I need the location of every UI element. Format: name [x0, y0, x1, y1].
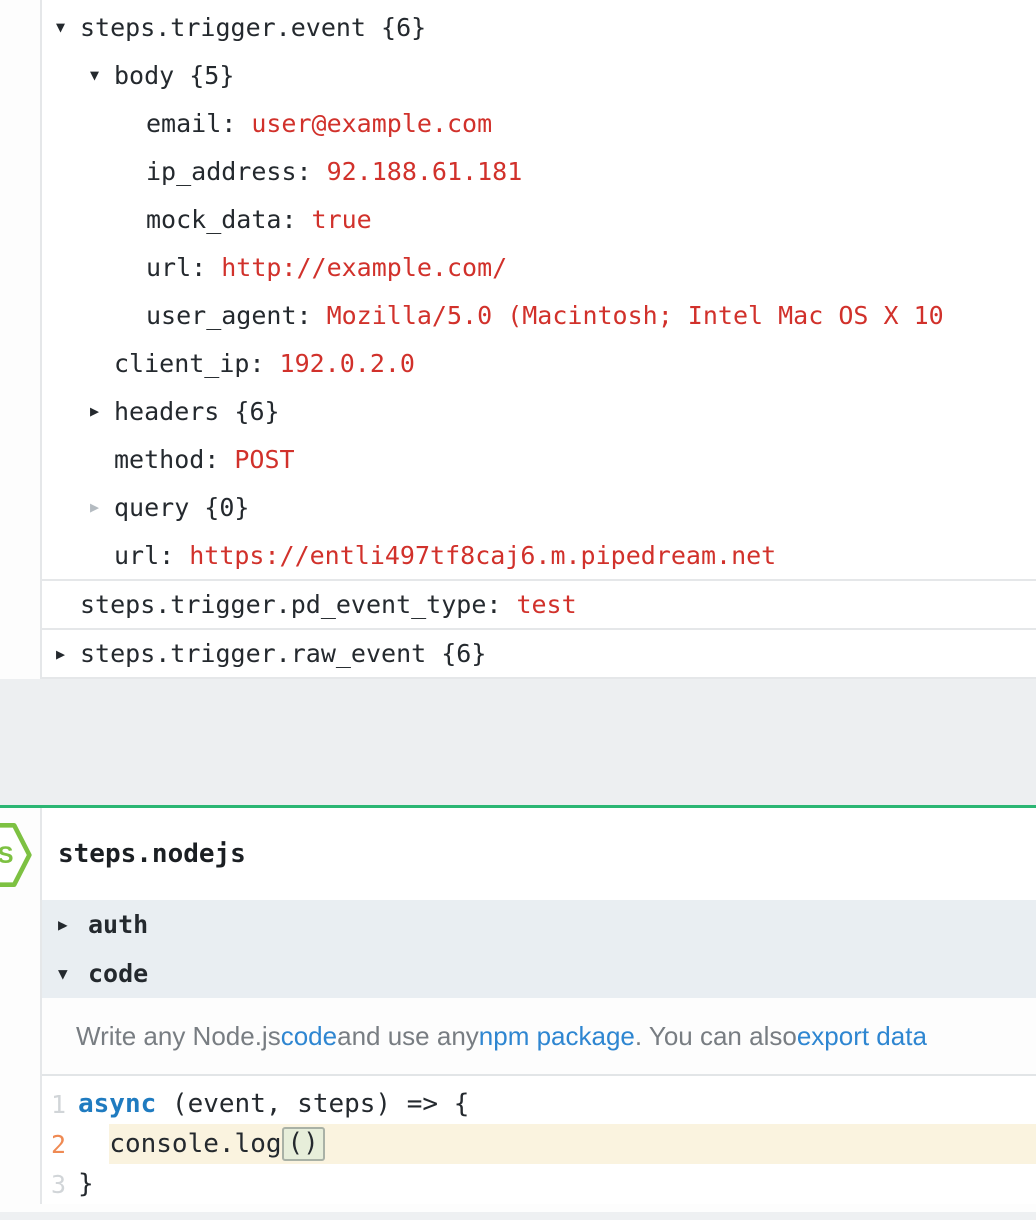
line-number: 2 — [42, 1130, 66, 1159]
key-label: mock_data: — [146, 205, 297, 234]
fold-label: auth — [88, 910, 148, 939]
chevron-right-icon[interactable]: ▶ — [90, 498, 114, 516]
value-text: test — [516, 590, 576, 619]
tree-row[interactable]: ▶headers {6} — [42, 387, 1036, 435]
code-token: console.log — [109, 1129, 281, 1159]
value-text: Mozilla/5.0 (Macintosh; Intel Mac OS X 1… — [327, 301, 944, 330]
tree-row[interactable]: url: http://example.com/ — [42, 243, 1036, 291]
value-text: user@example.com — [251, 109, 492, 138]
indent — [78, 1129, 109, 1159]
line-number: 1 — [42, 1090, 66, 1119]
svg-text:JS: JS — [0, 842, 14, 869]
tree-row[interactable]: ip_address: 92.188.61.181 — [42, 147, 1036, 195]
node-label: headers {6} — [114, 397, 280, 426]
value-text: POST — [234, 445, 294, 474]
fold-row-code[interactable]: ▼code — [42, 949, 1036, 998]
value-text: http://example.com/ — [221, 253, 507, 282]
fold-row-auth[interactable]: ▶auth — [42, 900, 1036, 949]
tree-row[interactable]: email: user@example.com — [42, 99, 1036, 147]
help-link[interactable]: code — [281, 1021, 337, 1052]
fold-section: ▶auth▼code — [42, 900, 1036, 998]
code-token: (event, steps) => { — [156, 1089, 469, 1119]
step-header: steps.nodejs — [42, 808, 1036, 900]
code-token: async — [78, 1089, 156, 1119]
code-content[interactable]: async (event, steps) => { — [66, 1084, 1036, 1124]
help-link[interactable]: export data — [797, 1021, 927, 1052]
tree-row[interactable]: ▶query {0} — [42, 483, 1036, 531]
chevron-down-icon[interactable]: ▼ — [56, 18, 80, 36]
tree-row[interactable]: url: https://entli497tf8caj6.m.pipedream.… — [42, 531, 1036, 579]
nodejs-icon: JS — [0, 822, 32, 888]
bottom-edge-strip — [0, 1212, 1036, 1220]
active-line-highlight: console.log() — [109, 1124, 1036, 1164]
tree-row[interactable]: mock_data: true — [42, 195, 1036, 243]
code-line[interactable]: 3} — [42, 1164, 1036, 1204]
chevron-right-icon[interactable]: ▶ — [56, 645, 80, 663]
node-label: query {0} — [114, 493, 249, 522]
step-title: steps.nodejs — [58, 839, 246, 869]
key-label: ip_address: — [146, 157, 312, 186]
value-text: 92.188.61.181 — [327, 157, 523, 186]
code-line[interactable]: 1async (event, steps) => { — [42, 1084, 1036, 1124]
tree-row[interactable]: user_agent: Mozilla/5.0 (Macintosh; Intel… — [42, 291, 1036, 339]
tree-row[interactable]: client_ip: 192.0.2.0 — [42, 339, 1036, 387]
help-text: and use any — [337, 1021, 479, 1052]
tree-row[interactable]: ▼steps.trigger.event {6} — [42, 3, 1036, 51]
code-editor[interactable]: 1async (event, steps) => {2 console.log(… — [42, 1076, 1036, 1204]
event-json-tree-card: ▼steps.trigger.event {6}▼body {5}email:u… — [40, 0, 1036, 679]
help-text: . You can also — [635, 1021, 797, 1052]
value-text: true — [312, 205, 372, 234]
code-line[interactable]: 2 console.log() — [42, 1124, 1036, 1164]
chevron-down-icon[interactable]: ▼ — [58, 964, 88, 983]
node-label: steps.trigger.raw_event {6} — [80, 639, 486, 668]
key-label: user_agent: — [146, 301, 312, 330]
raw-event-row[interactable]: ▶steps.trigger.raw_event {6} — [42, 628, 1036, 677]
code-content[interactable]: console.log() — [66, 1124, 1036, 1164]
line-number: 3 — [42, 1170, 66, 1199]
code-token: } — [78, 1169, 94, 1199]
chevron-right-icon[interactable]: ▶ — [90, 402, 114, 420]
tree-row[interactable]: ▼body {5} — [42, 51, 1036, 99]
pd-event-type-row[interactable]: steps.trigger.pd_event_type: test — [42, 579, 1036, 628]
help-text: Write any Node.js — [76, 1021, 281, 1052]
chevron-down-icon[interactable]: ▼ — [90, 66, 114, 84]
bracket-match-box: () — [282, 1127, 325, 1161]
key-label: url: — [114, 541, 174, 570]
event-json-tree: ▼steps.trigger.event {6}▼body {5}email:u… — [42, 0, 1036, 579]
value-text: https://entli497tf8caj6.m.pipedream.net — [189, 541, 776, 570]
code-content[interactable]: } — [66, 1164, 1036, 1204]
node-label: steps.trigger.event {6} — [80, 13, 426, 42]
section-gap — [0, 679, 1036, 805]
key-label: method: — [114, 445, 219, 474]
event-json-tree-footer: steps.trigger.pd_event_type:test▶steps.t… — [42, 579, 1036, 677]
key-label: steps.trigger.pd_event_type: — [80, 590, 501, 619]
tree-row[interactable]: method: POST — [42, 435, 1036, 483]
code-help-text: Write any Node.js code and use any npm p… — [42, 998, 1036, 1076]
key-label: url: — [146, 253, 206, 282]
chevron-right-icon[interactable]: ▶ — [58, 915, 88, 934]
help-link[interactable]: npm package — [479, 1021, 635, 1052]
node-label: body {5} — [114, 61, 234, 90]
key-label: email: — [146, 109, 236, 138]
key-label: client_ip: — [114, 349, 265, 378]
value-text: 192.0.2.0 — [280, 349, 415, 378]
nodejs-step-card: steps.nodejs ▶auth▼code Write any Node.j… — [40, 808, 1036, 1204]
fold-label: code — [88, 959, 148, 988]
